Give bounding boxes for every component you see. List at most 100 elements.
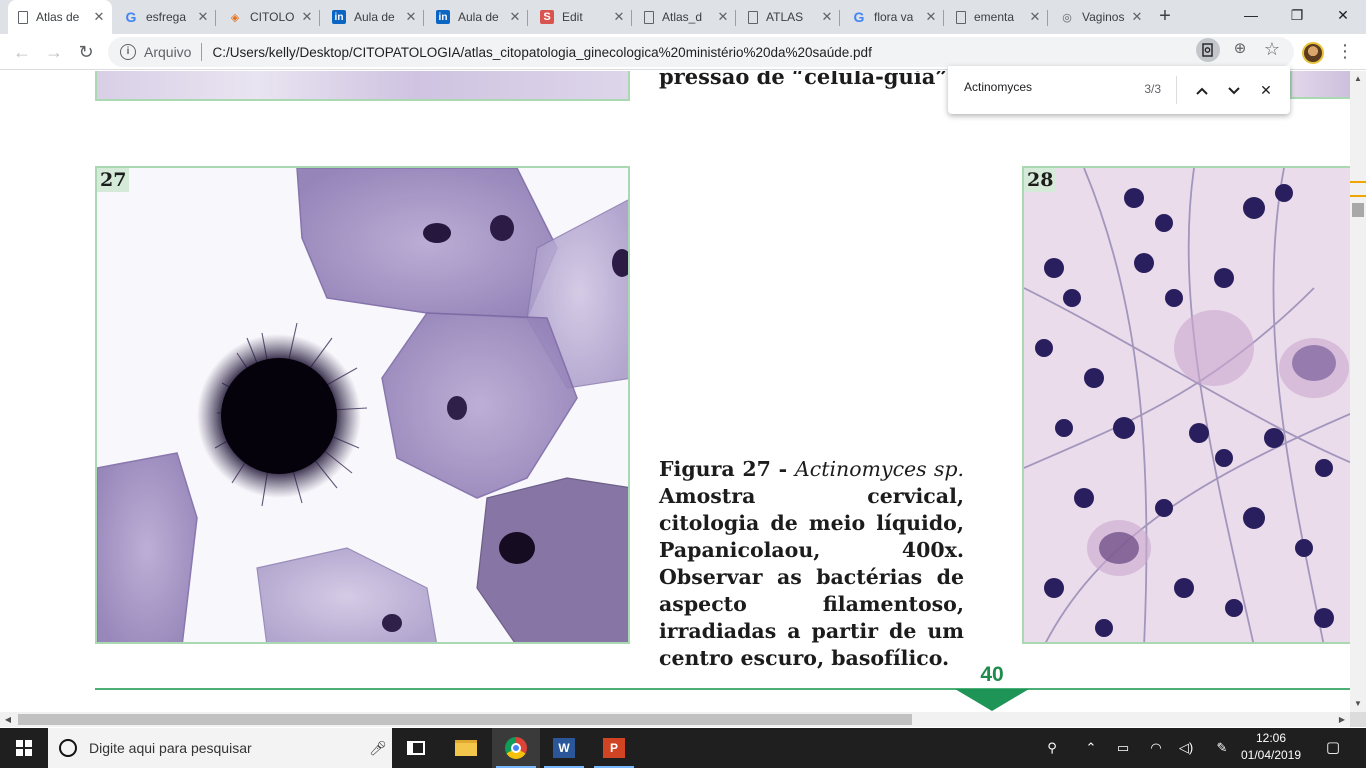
tab-aula-de-2[interactable]: in Aula de ✕ — [426, 2, 528, 32]
close-icon[interactable]: ✕ — [924, 9, 938, 25]
pdf-viewport[interactable]: pressão de “célula-guia”. 27 28 Figura 2… — [0, 71, 1350, 712]
chrome-taskbar-button[interactable] — [492, 728, 540, 768]
battery-icon[interactable]: ▭ — [1112, 728, 1134, 768]
species-name: sp. — [926, 457, 964, 481]
scroll-left-arrow-icon[interactable]: ◀ — [0, 712, 16, 727]
tab-esfrega[interactable]: G esfrega ✕ — [114, 2, 216, 32]
close-icon[interactable]: ✕ — [196, 9, 210, 25]
system-clock[interactable]: 12:06 01/04/2019 — [1240, 730, 1302, 764]
close-icon[interactable]: ✕ — [508, 9, 522, 25]
tab-atlas-de[interactable]: Atlas de ✕ — [8, 0, 112, 34]
notifications-icon[interactable]: ▢ — [1318, 728, 1348, 768]
graduation-cap-icon: ◈ — [230, 11, 240, 24]
close-icon[interactable]: ✕ — [300, 9, 314, 25]
micrograph-figure-28: 28 — [1022, 166, 1350, 644]
close-icon[interactable]: ✕ — [1130, 9, 1144, 25]
scroll-down-arrow-icon[interactable]: ▼ — [1350, 696, 1366, 712]
people-icon[interactable]: ⚲ — [1040, 728, 1064, 768]
word-icon: W — [553, 738, 575, 758]
clock-time: 12:06 — [1255, 731, 1287, 745]
scroll-right-arrow-icon[interactable]: ▶ — [1334, 712, 1350, 727]
info-icon[interactable]: i — [120, 44, 136, 60]
menu-icon[interactable]: ⋮ — [1334, 40, 1356, 64]
windows-taskbar: Digite aqui para pesquisar 🎤︎ W P ⚲ ⌃ ▭ … — [0, 728, 1366, 768]
horizontal-scrollbar[interactable]: ◀ ▶ — [0, 712, 1350, 727]
powerpoint-taskbar-button[interactable]: P — [590, 728, 638, 768]
forward-button[interactable]: → — [40, 38, 68, 66]
windows-logo-icon — [16, 740, 32, 756]
bookmark-star-icon[interactable]: ☆ — [1260, 38, 1284, 62]
tab-atlas-caps[interactable]: ATLAS ✕ — [738, 2, 840, 32]
tab-label: esfrega — [146, 10, 187, 24]
browser-toolbar: ← → ↻ i Arquivo C:/Users/kelly/Desktop/C… — [0, 34, 1366, 70]
tab-label: Aula de — [458, 10, 499, 24]
task-view-icon — [407, 741, 425, 755]
back-button[interactable]: ← — [8, 38, 36, 66]
scheme-label: Arquivo — [144, 44, 192, 60]
reload-button[interactable]: ↻ — [72, 38, 100, 66]
tab-label: ementa — [974, 10, 1015, 24]
leptothrix-micrograph — [1024, 168, 1350, 642]
wifi-icon[interactable]: ◠ — [1144, 728, 1168, 768]
micrograph-top-right — [1290, 71, 1350, 99]
previous-caption-tail: pressão de “célula-guia”. — [659, 71, 955, 89]
find-in-page-icon[interactable] — [1196, 38, 1220, 62]
horizontal-scroll-thumb[interactable] — [18, 714, 912, 725]
tab-citolo[interactable]: ◈ CITOLO ✕ — [218, 2, 320, 32]
page-footer-rule — [95, 688, 1350, 690]
task-view-button[interactable] — [392, 728, 440, 768]
close-icon[interactable]: ✕ — [612, 9, 626, 25]
address-bar[interactable]: i Arquivo C:/Users/kelly/Desktop/CITOPAT… — [108, 37, 1294, 67]
close-icon[interactable]: ✕ — [820, 9, 834, 25]
close-icon[interactable]: ✕ — [404, 9, 418, 25]
tab-aula-de-1[interactable]: in Aula de ✕ — [322, 2, 424, 32]
scroll-up-arrow-icon[interactable]: ▲ — [1350, 71, 1366, 87]
chrome-icon — [505, 737, 527, 759]
find-match-marker — [1350, 195, 1366, 197]
word-taskbar-button[interactable]: W — [540, 728, 588, 768]
profile-avatar[interactable] — [1302, 42, 1324, 64]
tab-edit[interactable]: S Edit ✕ — [530, 2, 632, 32]
file-explorer-button[interactable] — [442, 728, 490, 768]
zoom-icon[interactable]: ⊕ — [1228, 38, 1252, 62]
actinomyces-micrograph — [97, 168, 628, 642]
tab-strip: Atlas de ✕ G esfrega ✕ ◈ CITOLO ✕ in Aul… — [0, 0, 1366, 34]
find-close-button[interactable]: ✕ — [1254, 78, 1278, 102]
micrograph-figure-27: 27 — [95, 166, 630, 644]
search-placeholder: Digite aqui para pesquisar — [89, 740, 252, 756]
tab-ementa[interactable]: ementa ✕ — [946, 2, 1048, 32]
close-icon[interactable]: ✕ — [716, 9, 730, 25]
tab-label: Vaginos — [1082, 10, 1125, 24]
tab-flora-va[interactable]: G flora va ✕ — [842, 2, 944, 32]
find-previous-button[interactable] — [1190, 78, 1214, 102]
find-next-button[interactable] — [1222, 78, 1246, 102]
document-icon — [644, 10, 654, 24]
linkedin-icon: in — [332, 10, 346, 24]
pen-icon[interactable]: ✎ — [1210, 728, 1234, 768]
url-text[interactable]: C:/Users/kelly/Desktop/CITOPATOLOGIA/atl… — [212, 45, 871, 60]
powerpoint-icon: P — [603, 738, 625, 758]
vertical-scroll-thumb[interactable] — [1352, 203, 1364, 217]
close-icon[interactable]: ✕ — [1028, 9, 1042, 25]
figure-number: 27 — [97, 168, 130, 192]
chevron-up-icon[interactable]: ⌃ — [1080, 728, 1102, 768]
volume-icon[interactable]: ◁) — [1174, 728, 1198, 768]
find-input[interactable] — [964, 80, 1144, 94]
start-button[interactable] — [0, 728, 48, 768]
taskbar-search[interactable]: Digite aqui para pesquisar 🎤︎ — [48, 728, 392, 768]
figure-27-caption: Figura 27 - Actinomyces sp. Amostra cerv… — [659, 456, 964, 672]
vertical-scrollbar[interactable]: ▲ ▼ — [1350, 71, 1366, 712]
close-icon[interactable]: ✕ — [92, 9, 106, 25]
figure-label: Figura 27 - — [659, 457, 795, 481]
microphone-icon[interactable]: 🎤︎ — [364, 740, 392, 757]
maximize-button[interactable]: ❐ — [1274, 0, 1320, 32]
genus-name: Actinomyces — [794, 457, 927, 481]
google-icon: G — [853, 9, 865, 25]
minimize-button[interactable]: — — [1228, 0, 1274, 32]
new-tab-button[interactable]: + — [1152, 4, 1178, 30]
tab-vaginos[interactable]: ◎ Vaginos ✕ — [1050, 2, 1150, 32]
tab-atlas-d[interactable]: Atlas_d ✕ — [634, 2, 736, 32]
page-number: 40 — [980, 663, 1004, 686]
close-window-button[interactable]: ✕ — [1320, 0, 1366, 32]
google-icon: G — [125, 9, 137, 25]
